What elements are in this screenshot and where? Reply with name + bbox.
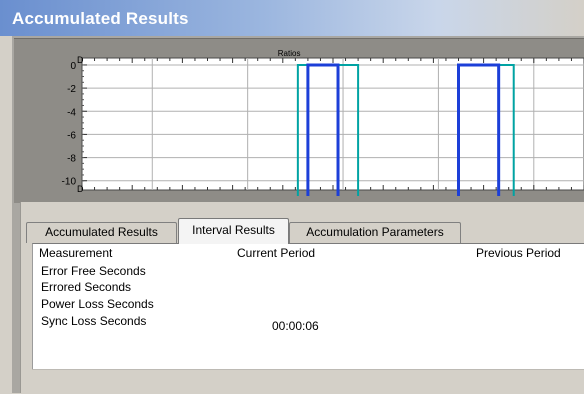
- measurement-label: Errored Seconds: [41, 280, 132, 294]
- column-header-current-period[interactable]: Current Period: [237, 246, 315, 260]
- title-bar: Accumulated Results: [0, 0, 584, 36]
- y-tick-label: -4: [67, 107, 76, 118]
- column-header-previous-period[interactable]: Previous Period: [476, 246, 561, 260]
- axis-marker-top: D: [77, 55, 84, 65]
- measurement-label: Sync Loss Seconds: [41, 314, 147, 328]
- window-title: Accumulated Results: [12, 9, 189, 28]
- y-tick-label: -10: [62, 177, 77, 188]
- y-tick-label: -8: [67, 154, 76, 165]
- current-period-value: 00:00:06: [272, 319, 319, 333]
- measurement-label: Error Free Seconds: [41, 264, 146, 278]
- column-header-measurement[interactable]: Measurement: [39, 246, 112, 260]
- ratios-chart: 0 -2 -4 -6 -8 -10 Ratios D D: [62, 49, 584, 196]
- tab-interval-results[interactable]: Interval Results: [178, 218, 289, 244]
- tab-accumulation-parameters[interactable]: Accumulation Parameters: [289, 222, 461, 243]
- measurement-label: Power Loss Seconds: [41, 297, 154, 311]
- y-tick-label: 0: [70, 61, 76, 72]
- plot-area: [81, 57, 584, 191]
- y-tick-label: -6: [67, 130, 76, 141]
- y-tick-label: -2: [67, 84, 76, 95]
- measurement-list[interactable]: Measurement Current Period Previous Peri…: [32, 243, 584, 369]
- status-strip: [32, 369, 584, 394]
- chart-title: Ratios: [278, 49, 301, 58]
- tab-accumulated-results[interactable]: Accumulated Results: [26, 222, 177, 243]
- chart-panel: 0 -2 -4 -6 -8 -10 Ratios D D: [14, 38, 584, 203]
- axis-marker-bottom: D: [77, 184, 84, 194]
